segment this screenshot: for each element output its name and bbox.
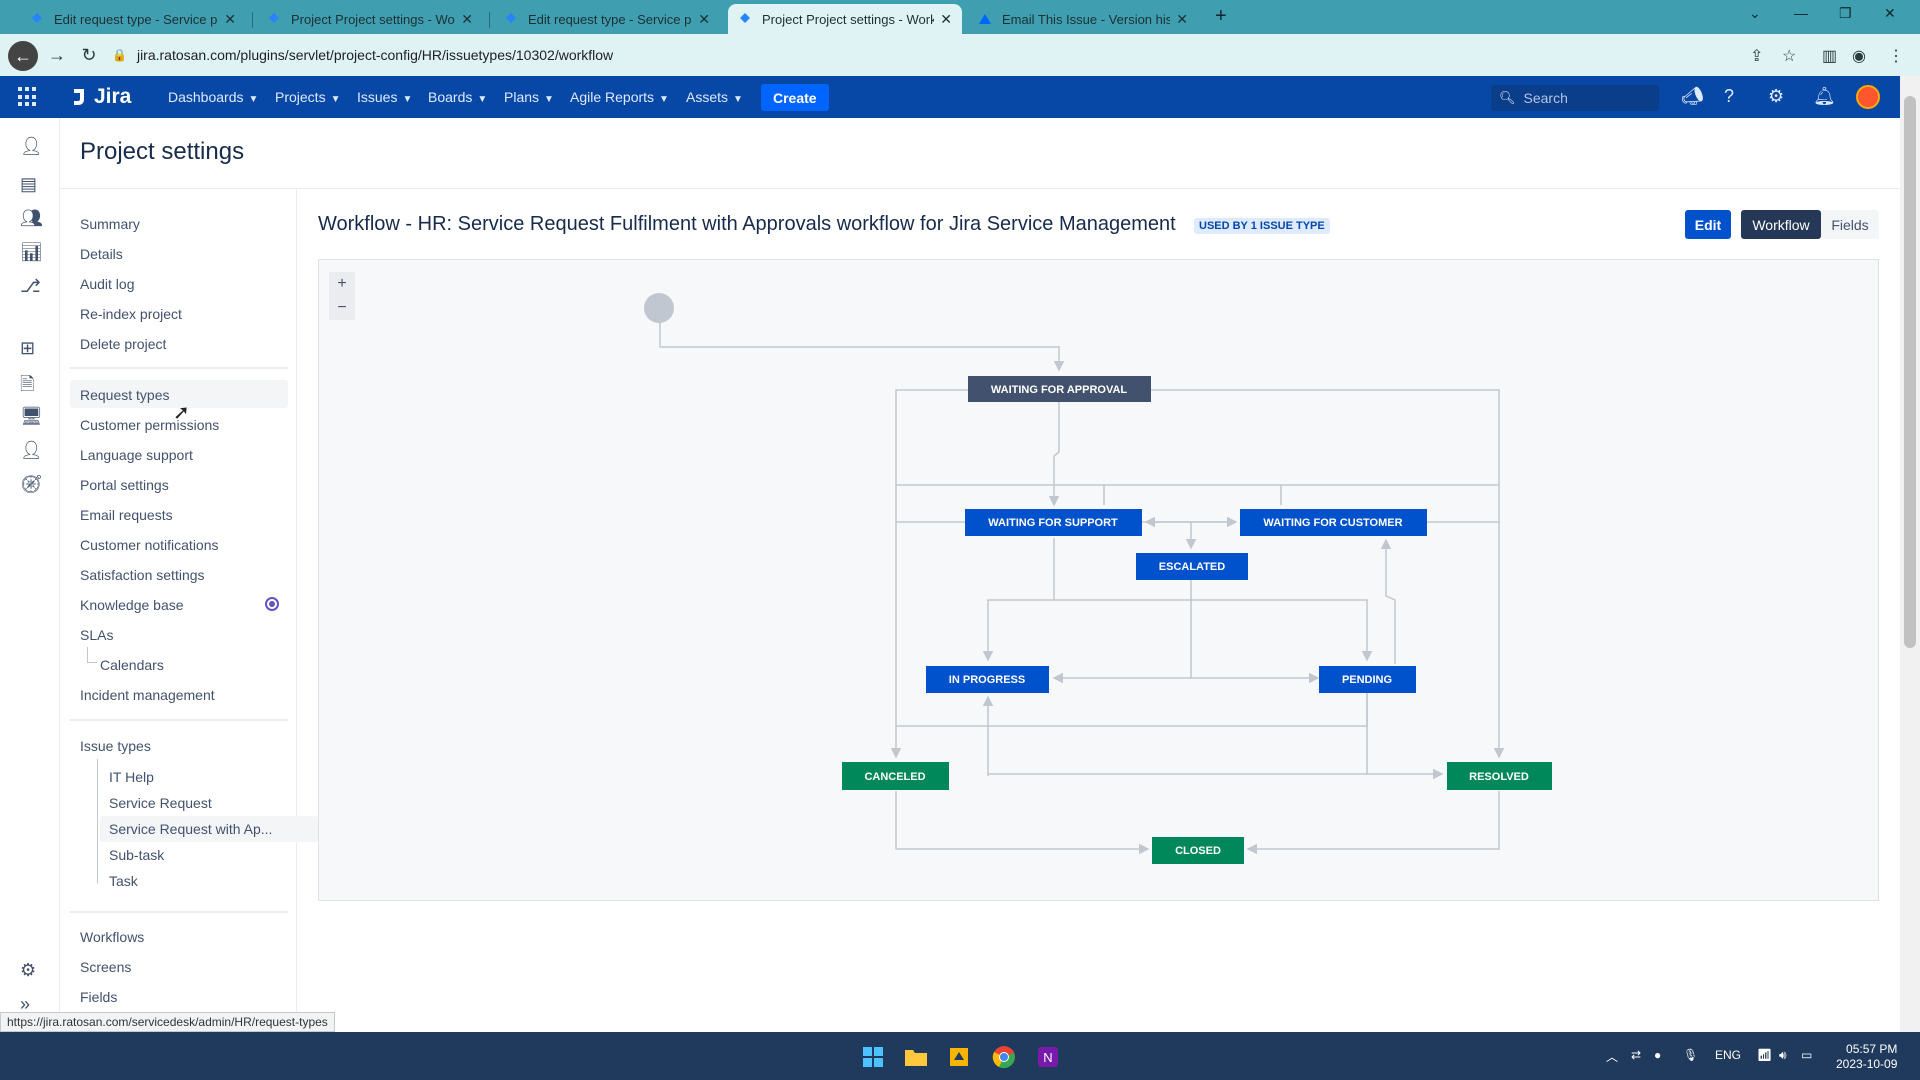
microphone-icon[interactable]: 🎙︎ [1683, 1048, 1698, 1062]
status-label: CANCELED [864, 771, 925, 783]
status-label: RESOLVED [1469, 771, 1529, 783]
status-escalated[interactable]: ESCALATED [1136, 553, 1248, 580]
transition-line [1048, 402, 1060, 507]
workflow-diagram: WAITING FOR APPROVAL WAITING FOR SUPPORT… [644, 293, 1552, 864]
transition-line [1054, 599, 1373, 662]
status-pending[interactable]: PENDING [1319, 666, 1416, 693]
status-waiting-for-support[interactable]: WAITING FOR SUPPORT [965, 509, 1142, 536]
chrome-icon[interactable] [991, 1044, 1017, 1070]
status-resolved[interactable]: RESOLVED [1447, 762, 1552, 790]
clock-date: 2023-10-09 [1836, 1057, 1898, 1071]
sticky-app-icon[interactable] [946, 1044, 972, 1070]
wifi-icon[interactable]: 📶︎ [1757, 1048, 1772, 1062]
transition-line [890, 389, 968, 759]
status-waiting-for-customer[interactable]: WAITING FOR CUSTOMER [1240, 509, 1427, 536]
svg-text:N: N [1043, 1050, 1052, 1065]
status-in-progress[interactable]: IN PROGRESS [926, 666, 1049, 693]
status-label: WAITING FOR SUPPORT [988, 517, 1118, 529]
status-canceled[interactable]: CANCELED [842, 762, 949, 790]
workflow-start-node[interactable] [644, 293, 674, 323]
file-explorer-icon[interactable] [903, 1044, 929, 1070]
transition-line [1246, 791, 1500, 855]
volume-icon[interactable]: 🔊︎ [1779, 1048, 1787, 1063]
transition-line [895, 791, 1150, 855]
link-status-bar: https://jira.ratosan.com/servicedesk/adm… [0, 1012, 335, 1032]
status-waiting-for-approval[interactable]: WAITING FOR APPROVAL [968, 376, 1151, 402]
status-label: ESCALATED [1159, 561, 1225, 573]
transition-line [982, 538, 1055, 662]
transition-line [659, 321, 1065, 372]
status-closed[interactable]: CLOSED [1152, 837, 1244, 864]
tray-app-icon[interactable]: ● [1654, 1048, 1661, 1062]
tray-chevron-icon[interactable]: ︿ [1606, 1048, 1618, 1065]
status-label: IN PROGRESS [949, 674, 1025, 686]
windows-start-icon[interactable] [860, 1044, 886, 1070]
status-label: CLOSED [1175, 845, 1221, 857]
system-clock[interactable]: 05:57 PM 2023-10-09 [1836, 1042, 1897, 1072]
status-label: WAITING FOR CUSTOMER [1263, 517, 1402, 529]
status-label: WAITING FOR APPROVAL [991, 384, 1128, 396]
input-language[interactable]: ENG [1715, 1048, 1741, 1062]
transition-line [896, 692, 1368, 727]
transition-line [1380, 538, 1396, 664]
status-label: PENDING [1342, 674, 1392, 686]
onenote-icon[interactable]: N [1035, 1044, 1061, 1070]
page-scrollbar-thumb[interactable] [1904, 96, 1916, 648]
clock-time: 05:57 PM [1846, 1042, 1898, 1056]
tray-network-app-icon[interactable]: ⇄ [1631, 1048, 1641, 1062]
battery-icon[interactable]: ▭ [1801, 1048, 1812, 1062]
